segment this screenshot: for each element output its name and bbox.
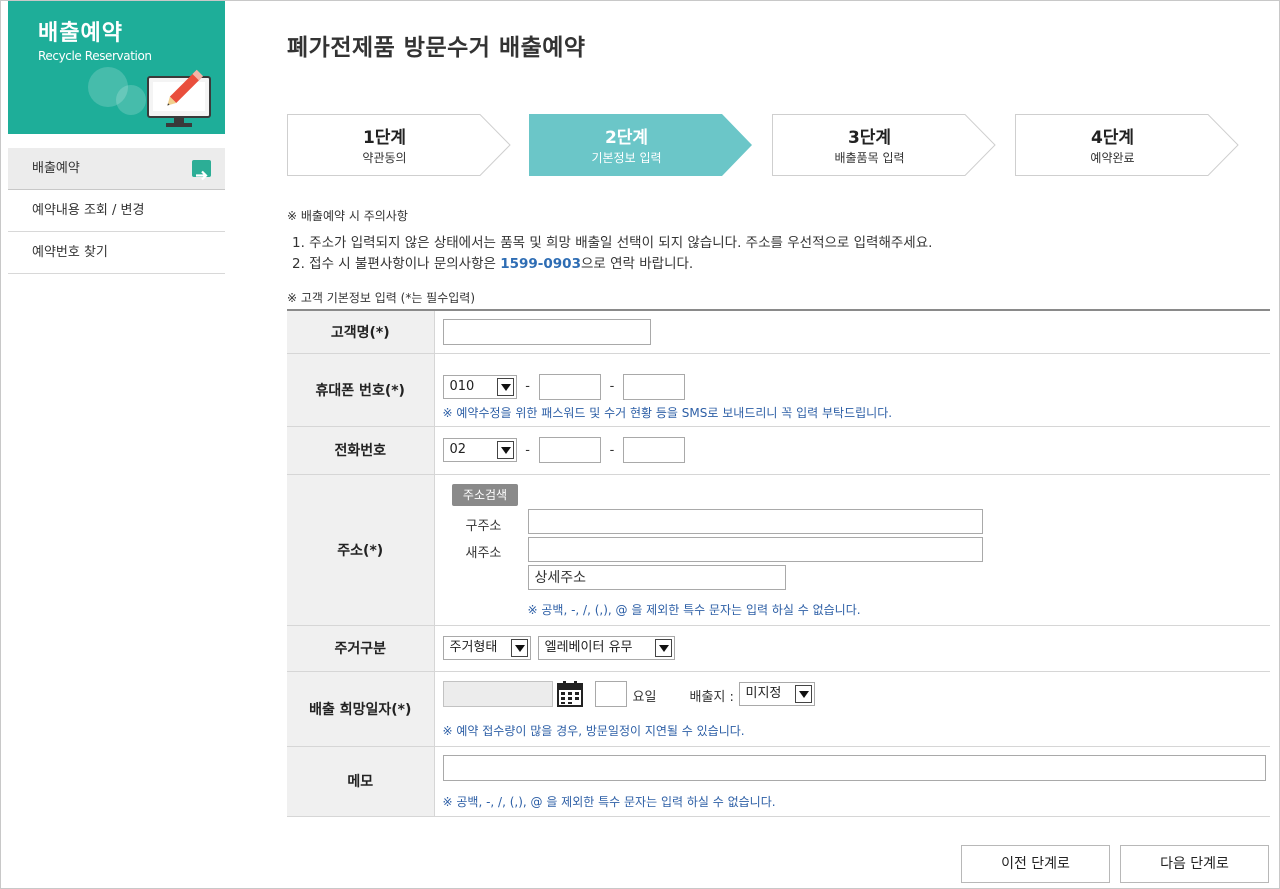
customer-form: 고객명(*) 휴대폰 번호(*) 010 - - ※ 예약수정을 위한 패스워드… bbox=[287, 309, 1270, 817]
sidebar-banner: 배출예약 Recycle Reservation bbox=[8, 1, 225, 134]
mobile-label: 휴대폰 번호(*) bbox=[287, 353, 435, 427]
memo-input[interactable] bbox=[442, 754, 1266, 781]
sidebar-item-lookup[interactable]: 예약내용 조회 / 변경 bbox=[8, 190, 225, 232]
banner-subtitle: Recycle Reservation bbox=[38, 49, 152, 63]
address-search-button[interactable]: 주소검색 bbox=[452, 484, 518, 506]
calendar-icon[interactable] bbox=[556, 680, 583, 707]
step-label: 배출품목 입력 bbox=[834, 151, 905, 165]
old-address-label: 구주소 bbox=[465, 518, 502, 534]
step-number: 3단계 bbox=[847, 128, 892, 148]
date-hint: ※ 예약 접수량이 많을 경우, 방문일정이 지연될 수 있습니다. bbox=[442, 723, 745, 738]
phone-prefix-select[interactable]: 02 bbox=[442, 438, 517, 462]
memo-label: 메모 bbox=[287, 746, 435, 817]
separator: - bbox=[525, 379, 530, 394]
phone-label: 전화번호 bbox=[287, 426, 435, 475]
sidebar-menu: 배출예약 예약내용 조회 / 변경 예약번호 찾기 bbox=[8, 148, 225, 274]
banner-title: 배출예약 bbox=[38, 21, 123, 46]
sidebar-item-label: 배출예약 bbox=[32, 161, 80, 176]
select-value: 엘레베이터 유무 bbox=[544, 640, 633, 655]
weekday-suffix: 요일 bbox=[632, 689, 657, 705]
notice-text: 으로 연락 바랍니다. bbox=[580, 256, 694, 272]
step-number: 2단계 bbox=[604, 128, 649, 148]
mobile-prefix-select[interactable]: 010 bbox=[442, 374, 517, 399]
old-address-input[interactable] bbox=[527, 508, 983, 534]
chevron-down-icon bbox=[510, 639, 528, 657]
chevron-down-icon bbox=[654, 639, 672, 657]
mobile-last-input[interactable] bbox=[623, 373, 686, 400]
detail-address-placeholder: 상세주소 bbox=[534, 569, 587, 586]
monitor-pencil-icon bbox=[147, 69, 211, 127]
elevator-select[interactable]: 엘레베이터 유무 bbox=[537, 636, 675, 660]
decor-circle bbox=[116, 85, 146, 115]
select-value: 주거형태 bbox=[449, 640, 498, 655]
separator: - bbox=[525, 442, 530, 458]
select-value: 010 bbox=[449, 378, 475, 394]
residence-type-select[interactable]: 주거형태 bbox=[442, 636, 531, 660]
notice-text: 2. 접수 시 불편사항이나 문의사항은 bbox=[292, 256, 501, 272]
step-number: 1단계 bbox=[362, 128, 407, 148]
customer-name-input[interactable] bbox=[442, 318, 651, 345]
residence-label: 주거구분 bbox=[287, 625, 435, 672]
select-value: 미지정 bbox=[745, 685, 782, 701]
phone-middle-input[interactable] bbox=[538, 437, 601, 463]
location-select[interactable]: 미지정 bbox=[738, 681, 815, 706]
address-hint: ※ 공백, -, /, (,), @ 을 제외한 특수 문자는 입력 하실 수 … bbox=[527, 602, 861, 617]
prev-step-button[interactable]: 이전 단계로 bbox=[961, 845, 1110, 883]
chevron-down-icon bbox=[496, 441, 514, 459]
mobile-middle-input[interactable] bbox=[538, 373, 601, 400]
detail-address-input[interactable]: 상세주소 bbox=[527, 564, 786, 590]
sidebar-item-find-number[interactable]: 예약번호 찾기 bbox=[8, 232, 225, 274]
arrow-right-icon bbox=[192, 160, 211, 181]
mobile-hint: ※ 예약수정을 위한 패스워드 및 수거 현황 등을 SMS로 보내드리니 꼭 … bbox=[442, 405, 893, 420]
new-address-label: 새주소 bbox=[465, 545, 502, 561]
form-heading: ※ 고객 기본정보 입력 (*는 필수입력) bbox=[287, 291, 476, 305]
separator: - bbox=[609, 379, 615, 394]
weekday-display bbox=[594, 680, 627, 707]
chevron-down-icon bbox=[496, 377, 514, 396]
phone-last-input[interactable] bbox=[623, 437, 686, 463]
name-label: 고객명(*) bbox=[287, 310, 435, 354]
date-label: 배출 희망일자(*) bbox=[287, 671, 435, 747]
address-label: 주소(*) bbox=[287, 474, 435, 626]
step-label: 기본정보 입력 bbox=[591, 151, 662, 165]
step-indicator: 1단계 약관동의 2단계 기본정보 입력 3단계 배출품목 입력 4단계 예약완… bbox=[287, 114, 1247, 176]
notice-line-2: 2. 접수 시 불편사항이나 문의사항은 1599-0903으로 연락 바랍니다… bbox=[292, 252, 693, 272]
chevron-down-icon bbox=[794, 684, 812, 703]
sidebar-item-reservation[interactable]: 배출예약 bbox=[8, 148, 225, 190]
new-address-input[interactable] bbox=[527, 536, 983, 562]
contact-phone: 1599-0903 bbox=[500, 256, 581, 272]
step-label: 약관동의 bbox=[362, 151, 407, 165]
sidebar-item-label: 예약내용 조회 / 변경 bbox=[32, 203, 145, 218]
step-number: 4단계 bbox=[1090, 128, 1135, 148]
separator: - bbox=[609, 442, 615, 458]
page-title: 폐가전제품 방문수거 배출예약 bbox=[287, 35, 586, 61]
sidebar-item-label: 예약번호 찾기 bbox=[32, 245, 108, 260]
memo-hint: ※ 공백, -, /, (,), @ 을 제외한 특수 문자는 입력 하실 수 … bbox=[442, 794, 776, 809]
location-label: 배출지 : bbox=[689, 689, 734, 705]
next-step-button[interactable]: 다음 단계로 bbox=[1120, 845, 1269, 883]
notice-heading: ※ 배출예약 시 주의사항 bbox=[287, 209, 408, 223]
select-value: 02 bbox=[449, 442, 467, 457]
step-label: 예약완료 bbox=[1090, 151, 1135, 165]
notice-line-1: 1. 주소가 입력되지 않은 상태에서는 품목 및 희망 배출일 선택이 되지 … bbox=[292, 235, 933, 251]
date-input[interactable] bbox=[442, 680, 553, 707]
